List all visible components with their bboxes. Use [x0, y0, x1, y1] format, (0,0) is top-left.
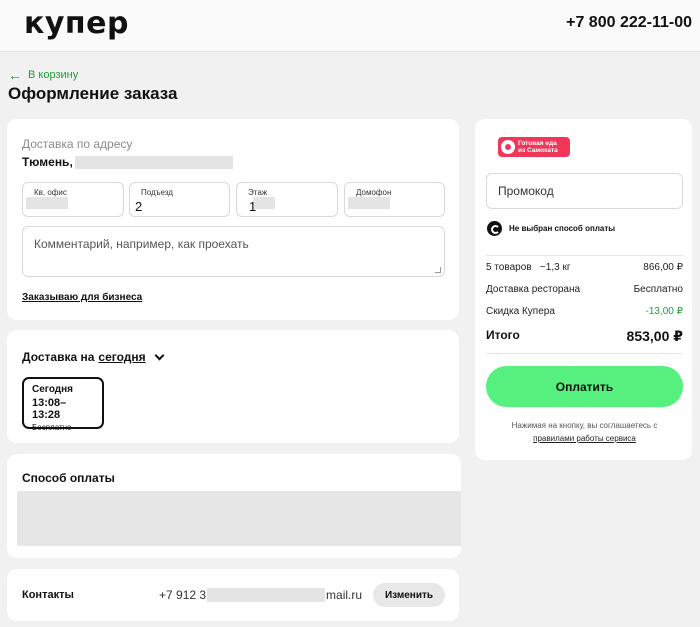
payment-method-selector[interactable]: Не выбран способ оплаты	[487, 221, 615, 236]
comment-placeholder: Комментарий, например, как проехать	[34, 237, 249, 251]
agreement-text: Нажимая на кнопку, вы соглашаетесь с пра…	[486, 419, 683, 445]
address-label: Доставка по адресу	[22, 137, 133, 151]
apartment-value-redacted	[26, 197, 68, 209]
payment-method-text: Не выбран способ оплаты	[509, 224, 616, 233]
slot-day: Сегодня	[32, 384, 74, 395]
items-row: 5 товаров ~1,3 кг 866,00 ₽	[486, 262, 683, 273]
delivery-row: Доставка ресторана Бесплатно	[486, 284, 683, 295]
back-to-cart-label: В корзину	[28, 69, 79, 81]
apartment-field-label: Кв, офис	[34, 188, 67, 197]
delivery-title-prefix: Доставка на	[22, 350, 95, 364]
summary-divider	[486, 255, 683, 256]
slot-time: 13:08–13:28	[32, 397, 67, 421]
samokat-badge-text: Готовая еда из Самоката	[518, 140, 558, 154]
chevron-down-icon[interactable]	[154, 350, 165, 360]
items-count: 5 товаров	[486, 262, 532, 273]
delivery-cost-value: Бесплатно	[633, 284, 683, 295]
payment-card: Способ оплаты	[7, 454, 461, 558]
items-weight: ~1,3 кг	[539, 262, 571, 273]
support-phone[interactable]: +7 800 222-11-00	[566, 14, 692, 32]
business-order-link[interactable]: Заказываю для бизнеса	[22, 292, 142, 303]
discount-label: Скидка Купера	[486, 306, 555, 317]
delivery-cost-label: Доставка ресторана	[486, 284, 581, 295]
floor-field-value: 1	[249, 199, 257, 214]
address-city: Тюмень,	[22, 155, 73, 169]
delivery-slot-selected[interactable]: Сегодня 13:08–13:28 Бесплатно	[22, 377, 104, 432]
contacts-phone-prefix: +7 912 3	[159, 588, 207, 602]
order-summary-card: Готовая еда из Самоката Не выбран способ…	[475, 119, 692, 460]
contacts-value: +7 912 3 mail.ru	[159, 588, 362, 602]
comment-textarea[interactable]: Комментарий, например, как проехать	[22, 226, 445, 277]
contacts-label: Контакты	[22, 589, 74, 601]
contacts-email-suffix: mail.ru	[326, 588, 363, 602]
delivery-card: Доставка на сегодня Сегодня 13:08–13:28 …	[7, 330, 459, 443]
floor-value-redacted	[253, 197, 275, 209]
delivery-day-selector[interactable]: Доставка на сегодня	[22, 350, 165, 364]
intercom-value-redacted	[348, 197, 390, 209]
contacts-card: Контакты +7 912 3 mail.ru Изменить	[7, 569, 459, 621]
entrance-field[interactable]: Подъезд 2	[129, 182, 230, 217]
payment-title: Способ оплаты	[22, 471, 115, 485]
resize-grip-icon[interactable]	[435, 267, 441, 273]
address-redacted	[74, 155, 233, 169]
discount-row: Скидка Купера -13,00 ₽	[486, 306, 683, 317]
summary-divider	[486, 353, 683, 354]
delivery-day-link[interactable]: сегодня	[98, 350, 145, 364]
kuper-logo[interactable]: купер	[24, 6, 129, 41]
items-price: 866,00 ₽	[643, 262, 683, 273]
address-card: Доставка по адресу Тюмень, Кв, офис Подъ…	[7, 119, 459, 320]
total-label: Итого	[486, 328, 520, 342]
apartment-field[interactable]: Кв, офис	[22, 182, 124, 217]
back-to-cart-link[interactable]: ← В корзину	[8, 68, 78, 82]
discount-value: -13,00 ₽	[645, 306, 684, 317]
samokat-logo-icon	[501, 140, 515, 154]
items-label-group: 5 товаров ~1,3 кг	[486, 262, 570, 273]
samokat-badge: Готовая еда из Самоката	[498, 137, 570, 157]
agreement-prefix: Нажимая на кнопку, вы соглашаетесь с	[511, 421, 658, 430]
top-bar: купер +7 800 222-11-00	[0, 0, 700, 52]
total-value: 853,00 ₽	[626, 328, 683, 344]
promo-code-input[interactable]	[486, 173, 683, 209]
change-contacts-button[interactable]: Изменить	[373, 583, 445, 607]
payment-method-icon	[487, 221, 502, 236]
slot-price: Бесплатно	[32, 423, 72, 432]
entrance-field-value: 2	[135, 199, 143, 214]
floor-field-label: Этаж	[248, 188, 268, 197]
badge-line-2: из Самоката	[518, 147, 558, 154]
arrow-left-icon: ←	[8, 67, 22, 83]
contacts-redacted	[207, 588, 326, 602]
badge-line-1: Готовая еда	[518, 140, 557, 147]
service-rules-link[interactable]: правилами работы сервиса	[533, 434, 636, 443]
total-row: Итого 853,00 ₽	[486, 328, 683, 345]
intercom-field[interactable]: Домофон	[344, 182, 445, 217]
intercom-field-label: Домофон	[356, 188, 392, 197]
address-line[interactable]: Тюмень,	[22, 155, 233, 169]
entrance-field-label: Подъезд	[141, 188, 173, 197]
payment-options-redacted	[17, 491, 461, 546]
pay-button[interactable]: Оплатить	[486, 366, 683, 407]
page-title: Оформление заказа	[8, 84, 178, 103]
floor-field[interactable]: Этаж 1	[236, 182, 338, 217]
